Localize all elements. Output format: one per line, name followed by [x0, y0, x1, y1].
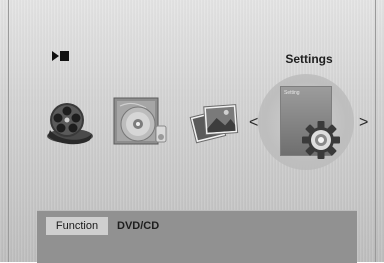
- disc-icon[interactable]: [112, 96, 172, 148]
- selected-menu-label: Settings: [285, 52, 333, 66]
- nav-left-arrow[interactable]: <: [249, 114, 258, 132]
- function-tab[interactable]: Function: [46, 217, 108, 235]
- film-reel-icon[interactable]: [45, 100, 95, 146]
- gear-icon[interactable]: [301, 120, 341, 160]
- photo-stack-icon[interactable]: [187, 100, 241, 148]
- settings-card-title: Setting: [284, 90, 300, 96]
- nav-right-arrow[interactable]: >: [359, 114, 368, 132]
- play-stop-icon: [52, 51, 69, 61]
- function-value: DVD/CD: [117, 220, 160, 232]
